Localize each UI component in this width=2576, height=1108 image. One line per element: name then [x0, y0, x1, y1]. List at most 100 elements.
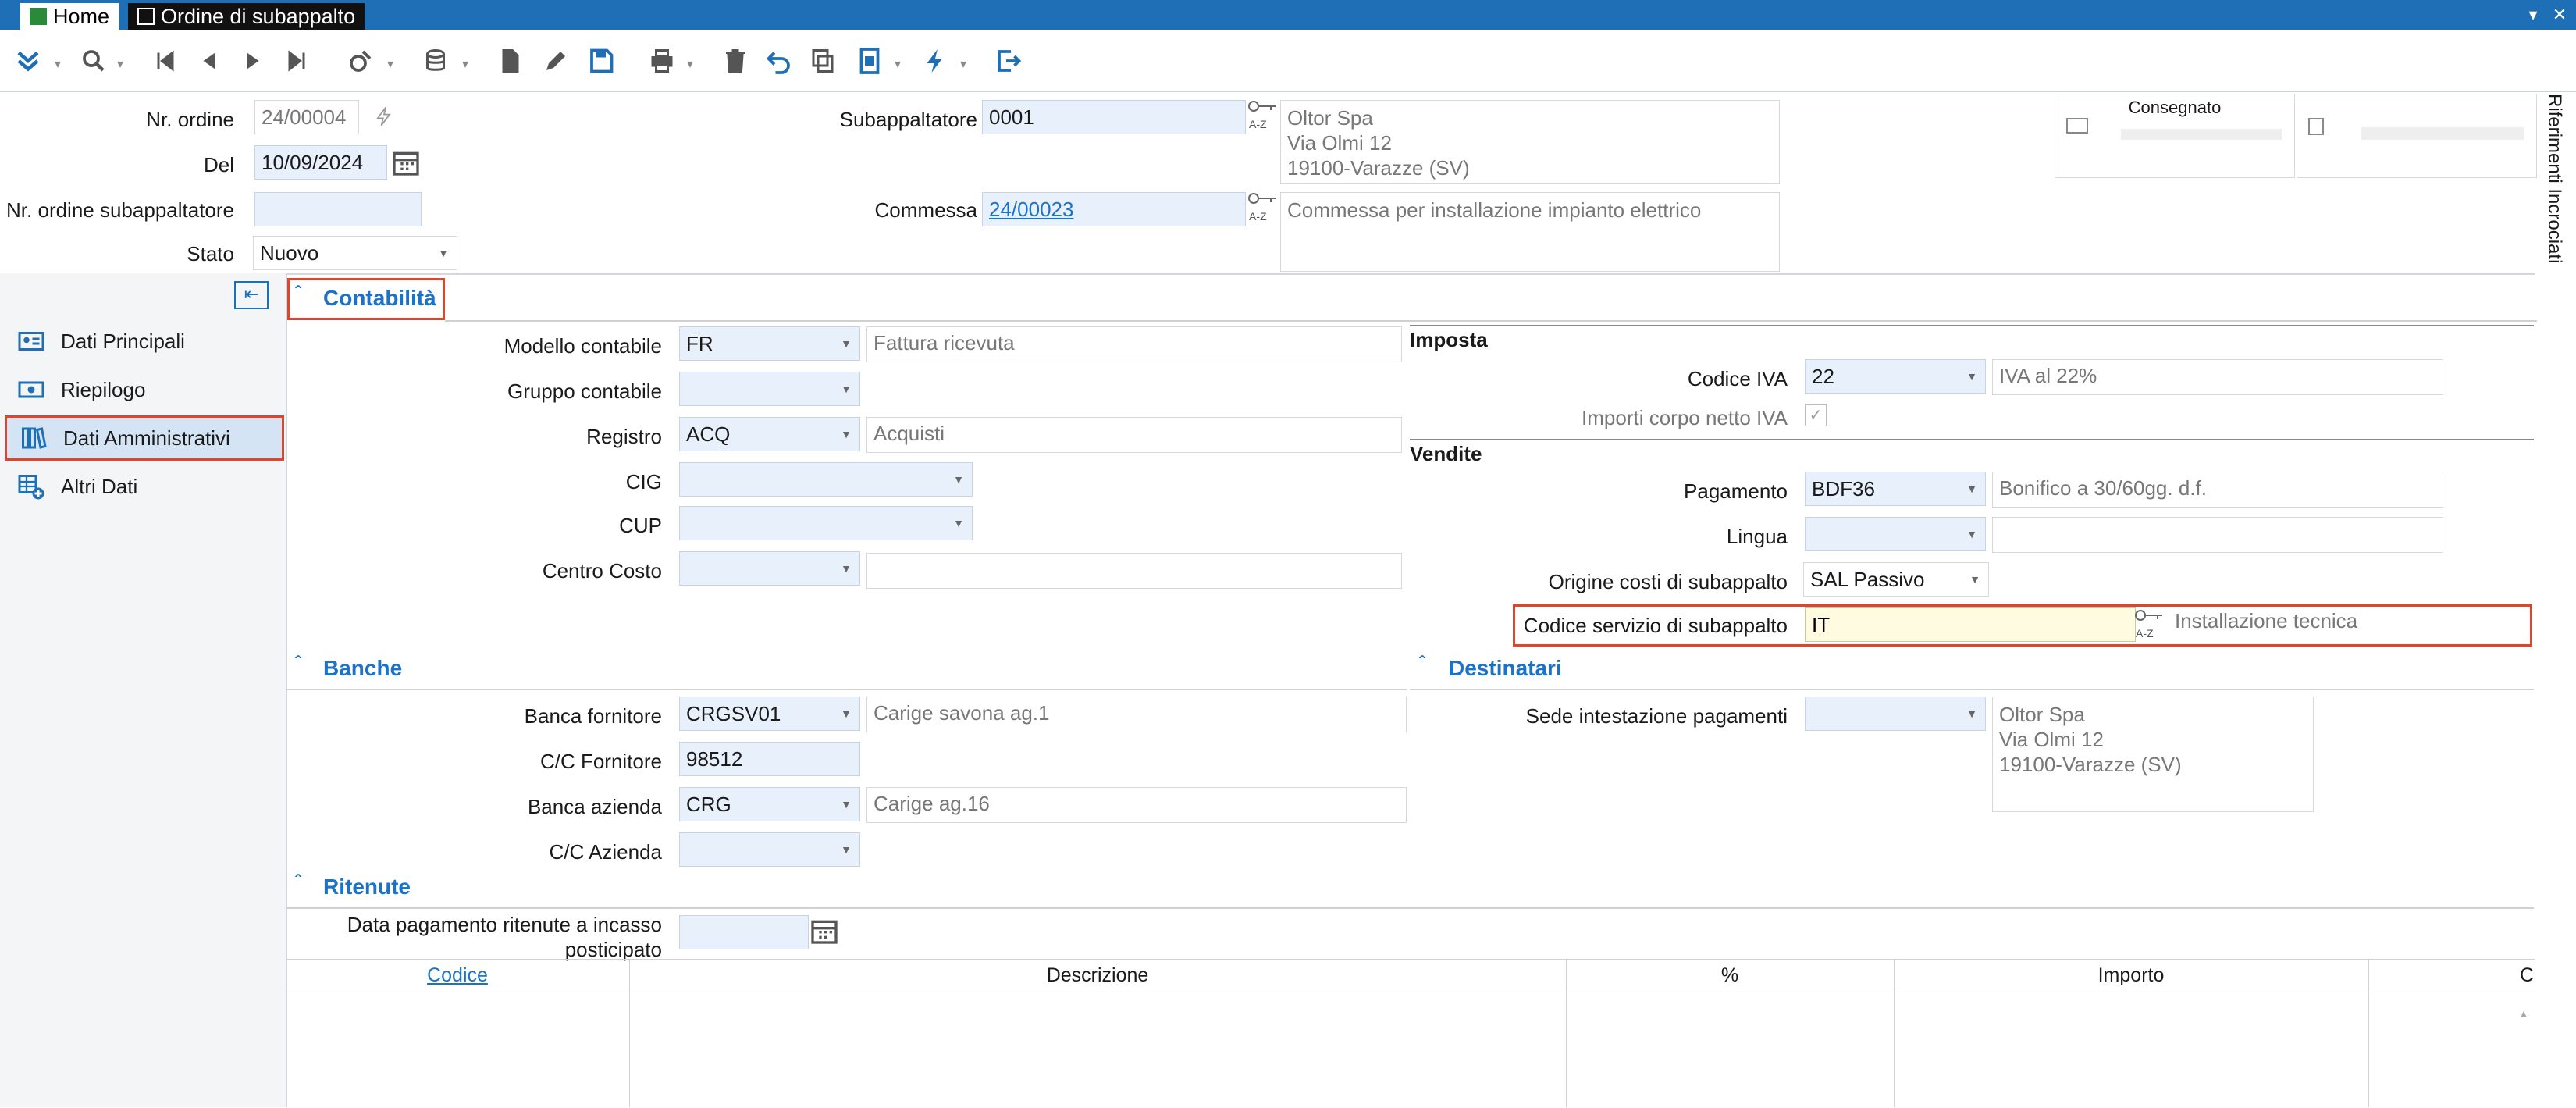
registro-select[interactable]: ACQ ▼ [679, 417, 860, 451]
title-bar: Home Ordine di subappalto ▾ ✕ [0, 0, 2576, 30]
database-icon[interactable] [418, 44, 453, 78]
last-record-icon[interactable] [279, 44, 314, 78]
commessa-link[interactable]: 24/00023 [982, 192, 1246, 226]
svg-text:A-Z: A-Z [2136, 627, 2154, 640]
modello-select[interactable]: FR ▼ [679, 326, 860, 361]
del-date-field[interactable]: 10/09/2024 [254, 145, 387, 180]
chevron-down-icon[interactable]: ▾ [687, 56, 693, 72]
gruppo-label: Gruppo contabile [507, 379, 662, 403]
satellite-icon[interactable] [343, 44, 378, 78]
grid-header-percentuale[interactable]: % [1566, 959, 1894, 992]
chevron-down-icon[interactable]: ▼ [836, 379, 856, 399]
calendar-icon[interactable] [390, 147, 422, 178]
chevron-down-icon[interactable]: ▼ [836, 704, 856, 724]
chevron-down-icon[interactable]: ▾ [960, 56, 966, 72]
chevron-down-icon[interactable]: ▼ [836, 424, 856, 444]
chevron-down-icon[interactable]: ▼ [836, 794, 856, 814]
side-tab-riferimenti[interactable]: Riferimenti Incrociati [2537, 94, 2574, 297]
cc-fornitore-field[interactable]: 98512 [679, 742, 860, 776]
chevron-down-icon[interactable]: ▼ [1962, 704, 1982, 724]
origine-costi-select[interactable]: SAL Passivo ▼ [1803, 562, 1989, 597]
scroll-up-icon[interactable]: ▲ [2518, 1007, 2529, 1020]
cc-fornitore-label: C/C Fornitore [539, 750, 662, 773]
codice-iva-select[interactable]: 22 ▼ [1805, 359, 1986, 394]
chevron-down-icon[interactable]: ▼ [1962, 366, 1982, 387]
sidebar-item-dati-principali[interactable]: Dati Principali [5, 319, 284, 364]
key-lookup-icon[interactable]: A-Z [1247, 191, 1279, 223]
sidebar-item-altri-dati[interactable]: Altri Dati [5, 464, 284, 509]
chevron-down-icon[interactable]: ▼ [948, 469, 969, 490]
data-pagamento-field[interactable] [679, 915, 809, 949]
key-lookup-icon[interactable]: A-Z [1247, 98, 1279, 131]
first-record-icon[interactable] [148, 44, 183, 78]
duplicate-icon[interactable] [806, 44, 840, 78]
sidebar-item-riepilogo[interactable]: Riepilogo [5, 367, 284, 412]
collapse-chevron-icon[interactable]: ˆ [1419, 653, 1425, 673]
gruppo-select[interactable]: ▼ [679, 372, 860, 406]
grid-header-c[interactable]: C [2368, 959, 2534, 992]
lingua-select[interactable]: ▼ [1805, 517, 1986, 551]
data-pagamento-label-line1: Data pagamento ritenute a incasso [347, 913, 662, 936]
vendite-divider [1410, 439, 2534, 440]
chevron-down-icon[interactable]: ▼ [836, 558, 856, 579]
chevron-down-icon[interactable]: ▼ [1965, 569, 1985, 590]
new-document-icon[interactable] [493, 44, 528, 78]
previous-record-icon[interactable] [192, 44, 226, 78]
sede-intestazione-select[interactable]: ▼ [1805, 697, 1986, 731]
chevron-down-icon[interactable]: ▾ [55, 56, 61, 72]
collapse-chevron-icon[interactable]: ˆ [295, 871, 301, 892]
collapse-chevron-icon[interactable]: ˆ [295, 653, 301, 673]
chevron-down-icon[interactable]: ▾ [895, 56, 901, 72]
calendar-icon[interactable] [809, 915, 840, 946]
tab-ordine-subappalto[interactable]: Ordine di subappalto [128, 3, 365, 30]
cc-azienda-select[interactable]: ▼ [679, 832, 860, 867]
pagamento-select[interactable]: BDF36 ▼ [1805, 472, 1986, 506]
grid-header-codice[interactable]: Codice [286, 959, 629, 992]
chevron-down-icon[interactable]: ▼ [836, 333, 856, 354]
nr-ordine-sub-field[interactable] [254, 192, 422, 226]
grid-header-importo[interactable]: Importo [1894, 959, 2368, 992]
tab-home[interactable]: Home [20, 3, 119, 30]
importi-netto-checkbox[interactable]: ✓ [1805, 404, 1827, 426]
next-record-icon[interactable] [236, 44, 270, 78]
close-icon[interactable]: ✕ [2549, 5, 2570, 25]
subappaltatore-field[interactable]: 0001 [982, 100, 1246, 134]
key-lookup-icon[interactable]: A-Z [2134, 607, 2165, 640]
pagamento-label: Pagamento [1684, 479, 1788, 503]
chevron-down-icon[interactable]: ▾ [462, 56, 468, 72]
chevron-down-icon[interactable]: ▼ [836, 839, 856, 860]
report-icon[interactable] [852, 44, 887, 78]
banca-azienda-select[interactable]: CRG ▼ [679, 787, 860, 821]
delete-icon[interactable] [718, 44, 753, 78]
stato-select[interactable]: Nuovo ▼ [253, 236, 457, 270]
chevron-down-icon[interactable]: ▼ [1962, 479, 1982, 499]
grid-header-descrizione[interactable]: Descrizione [629, 959, 1566, 992]
collapse-sidebar-icon[interactable]: ⇤ [234, 281, 269, 309]
chevron-down-icon[interactable]: ▼ [948, 513, 969, 533]
lightning-icon[interactable] [918, 44, 952, 78]
exit-icon[interactable] [991, 44, 1026, 78]
chevron-down-icon[interactable]: ▼ [433, 243, 454, 263]
chevron-down-icon[interactable]: ▾ [117, 56, 123, 72]
codice-servizio-input[interactable]: IT [1805, 607, 2136, 642]
centro-costo-select[interactable]: ▼ [679, 551, 860, 586]
lightning-icon[interactable] [373, 98, 395, 134]
collapse-chevron-icon[interactable]: ˆ [295, 283, 301, 303]
save-icon[interactable] [584, 44, 618, 78]
cup-select[interactable]: ▼ [679, 506, 973, 540]
search-icon[interactable] [76, 44, 111, 78]
sidebar-item-dati-amministrativi[interactable]: Dati Amministrativi [5, 415, 284, 461]
edit-icon[interactable] [539, 44, 573, 78]
expand-all-icon[interactable] [11, 44, 45, 78]
banca-fornitore-select[interactable]: CRGSV01 ▼ [679, 697, 860, 731]
undo-icon[interactable] [762, 44, 796, 78]
header-divider [0, 273, 2535, 275]
registro-label: Registro [586, 425, 662, 448]
print-icon[interactable] [645, 44, 679, 78]
chevron-down-icon[interactable]: ▾ [387, 56, 393, 72]
nr-ordine-field[interactable]: 24/00004 [254, 100, 359, 134]
cig-select[interactable]: ▼ [679, 462, 973, 497]
chevron-down-icon[interactable]: ▾ [2523, 5, 2543, 25]
banca-fornitore-description: Carige savona ag.1 [866, 697, 1407, 732]
chevron-down-icon[interactable]: ▼ [1962, 524, 1982, 544]
